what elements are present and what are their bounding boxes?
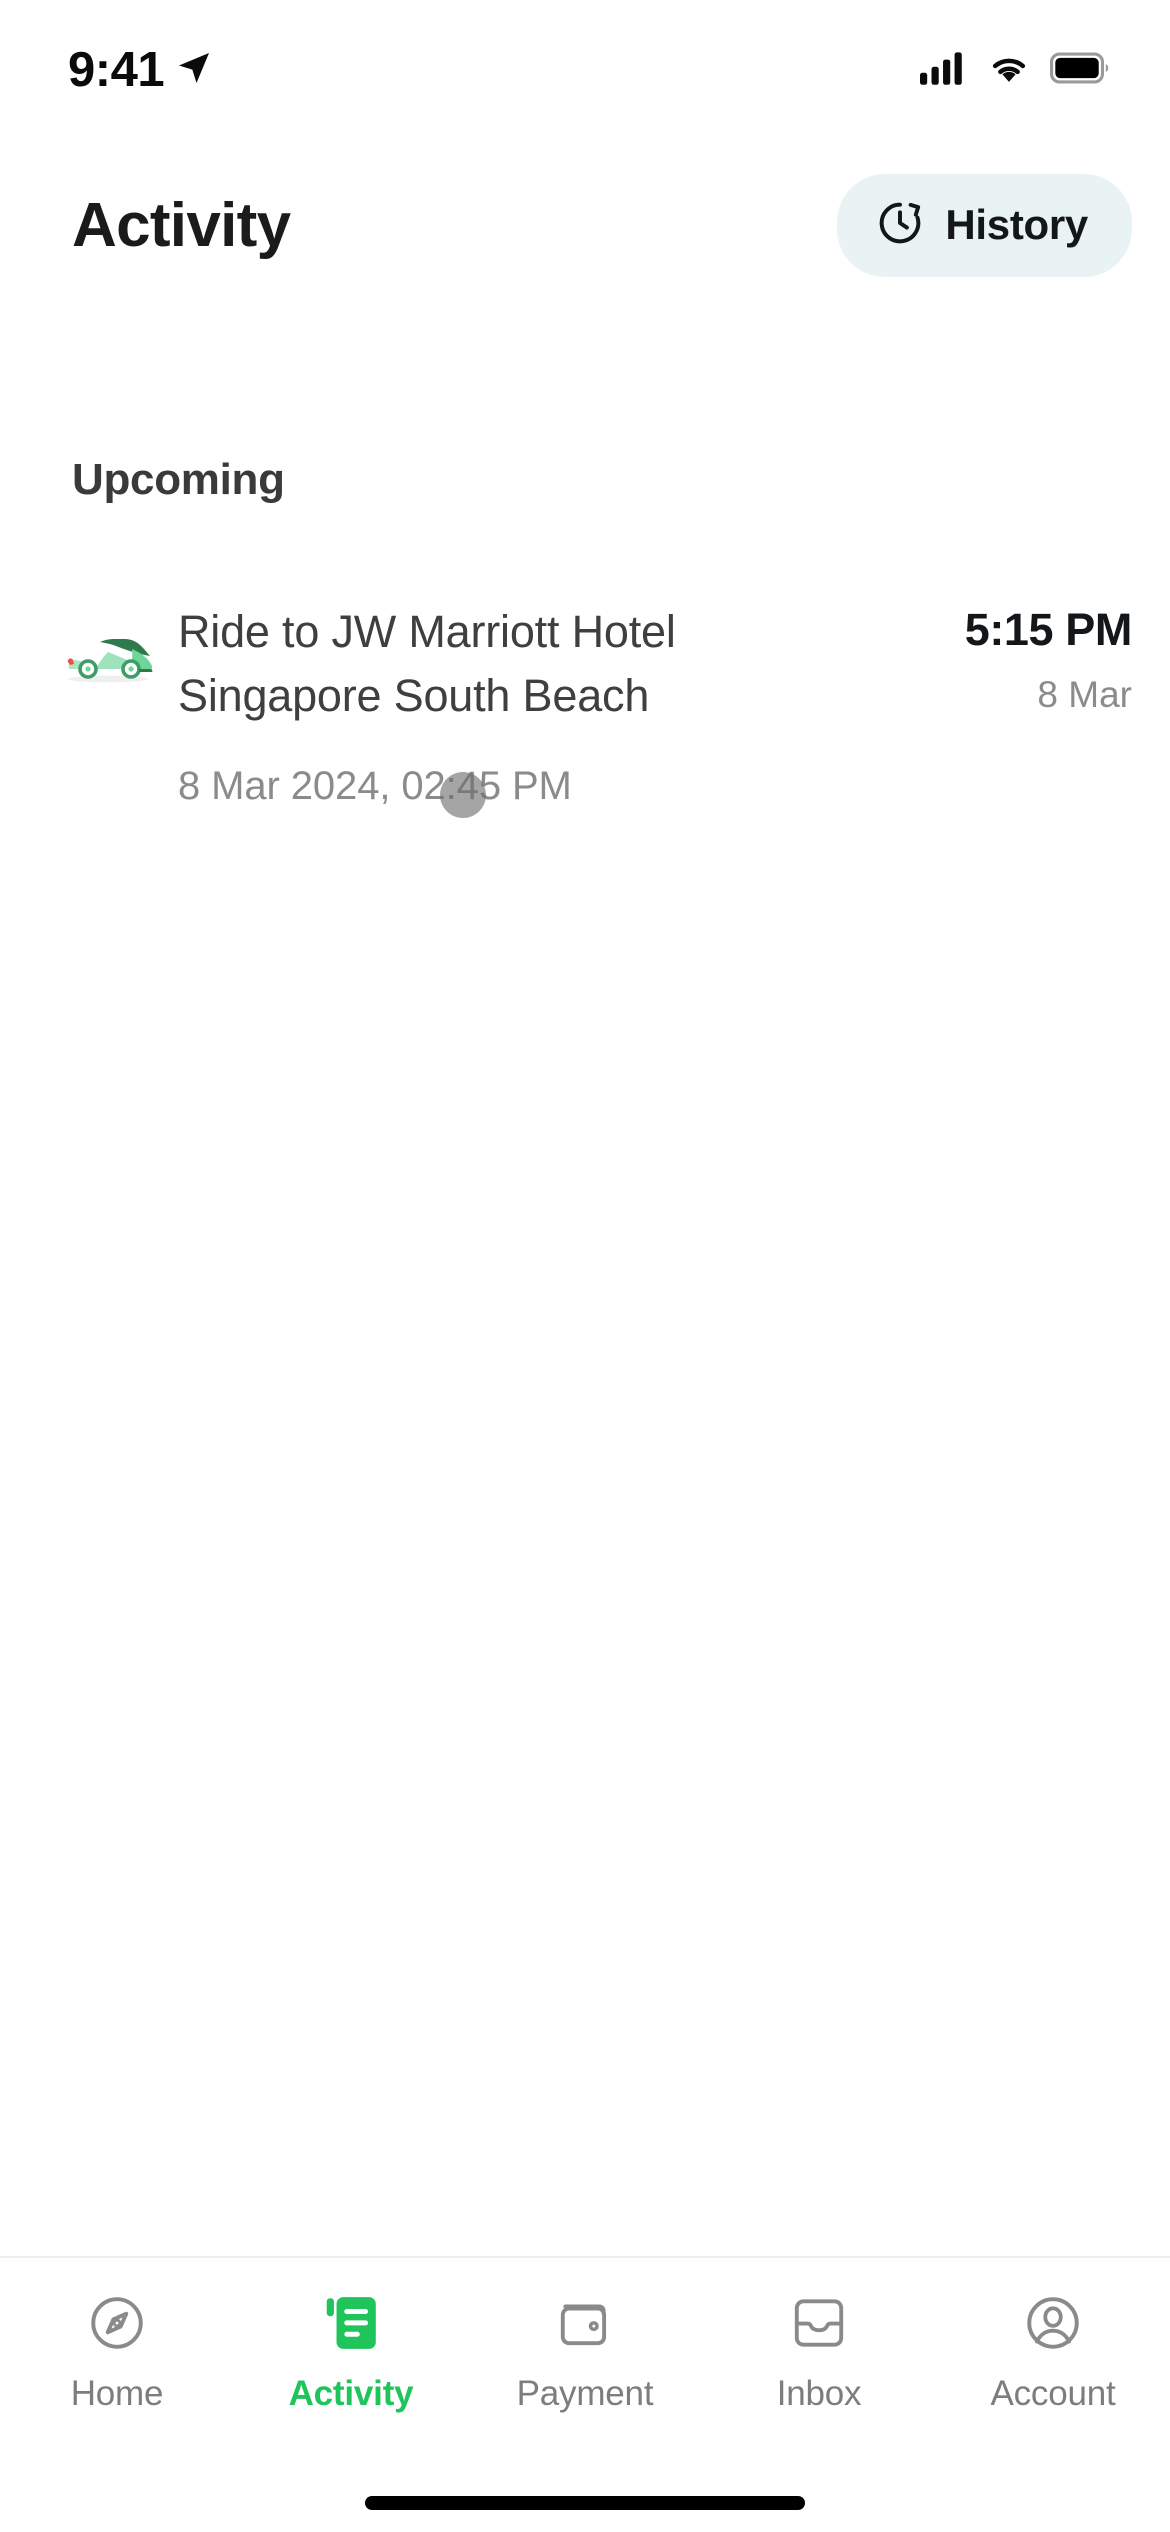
status-bar-right xyxy=(920,51,1112,90)
touch-point-indicator xyxy=(440,772,486,818)
page-title: Activity xyxy=(72,190,291,260)
nav-item-home[interactable]: Home xyxy=(0,2292,234,2414)
nav-item-account[interactable]: Account xyxy=(936,2292,1170,2414)
nav-label-account: Account xyxy=(990,2374,1116,2413)
ride-title: Ride to JW Marriott Hotel Singapore Sout… xyxy=(178,606,676,721)
history-button[interactable]: History xyxy=(837,173,1132,277)
battery-full-icon xyxy=(1049,51,1112,89)
cellular-signal-icon xyxy=(920,51,968,90)
nav-label-activity: Activity xyxy=(288,2374,414,2413)
nav-item-payment[interactable]: Payment xyxy=(468,2292,702,2414)
green-car-icon xyxy=(62,600,154,691)
status-bar-left: 9:41 xyxy=(68,42,214,98)
location-arrow-icon xyxy=(174,48,214,93)
status-bar: 9:41 xyxy=(0,0,1170,140)
ride-time: 5:15 PM xyxy=(964,604,1133,655)
bottom-navigation-bar: Home Activity Payment Inbox Account xyxy=(0,2258,1170,2476)
section-title-upcoming: Upcoming xyxy=(72,455,285,504)
wifi-icon xyxy=(986,51,1032,90)
nav-label-payment: Payment xyxy=(516,2374,654,2413)
ride-date: 8 Mar xyxy=(1037,674,1132,715)
ride-schedule: 5:15 PM 8 Mar xyxy=(964,600,1133,716)
document-list-icon xyxy=(320,2292,382,2354)
wallet-icon xyxy=(554,2292,616,2354)
history-button-label: History xyxy=(945,201,1088,248)
page-header: Activity History xyxy=(0,155,1170,295)
nav-item-activity[interactable]: Activity xyxy=(234,2292,468,2414)
nav-item-inbox[interactable]: Inbox xyxy=(702,2292,936,2414)
person-circle-icon xyxy=(1022,2292,1084,2354)
ride-subtitle-datetime: 8 Mar 2024, 02:45 PM xyxy=(178,764,572,808)
nav-label-home: Home xyxy=(70,2374,164,2413)
list-item[interactable]: Ride to JW Marriott Hotel Singapore Sout… xyxy=(0,600,1170,814)
ride-details: Ride to JW Marriott Hotel Singapore Sout… xyxy=(154,600,965,814)
nav-label-inbox: Inbox xyxy=(776,2374,862,2413)
inbox-tray-icon xyxy=(788,2292,850,2354)
home-indicator xyxy=(365,2496,805,2510)
status-bar-clock: 9:41 xyxy=(68,43,165,97)
compass-icon xyxy=(86,2292,148,2354)
clock-history-icon xyxy=(875,198,925,253)
